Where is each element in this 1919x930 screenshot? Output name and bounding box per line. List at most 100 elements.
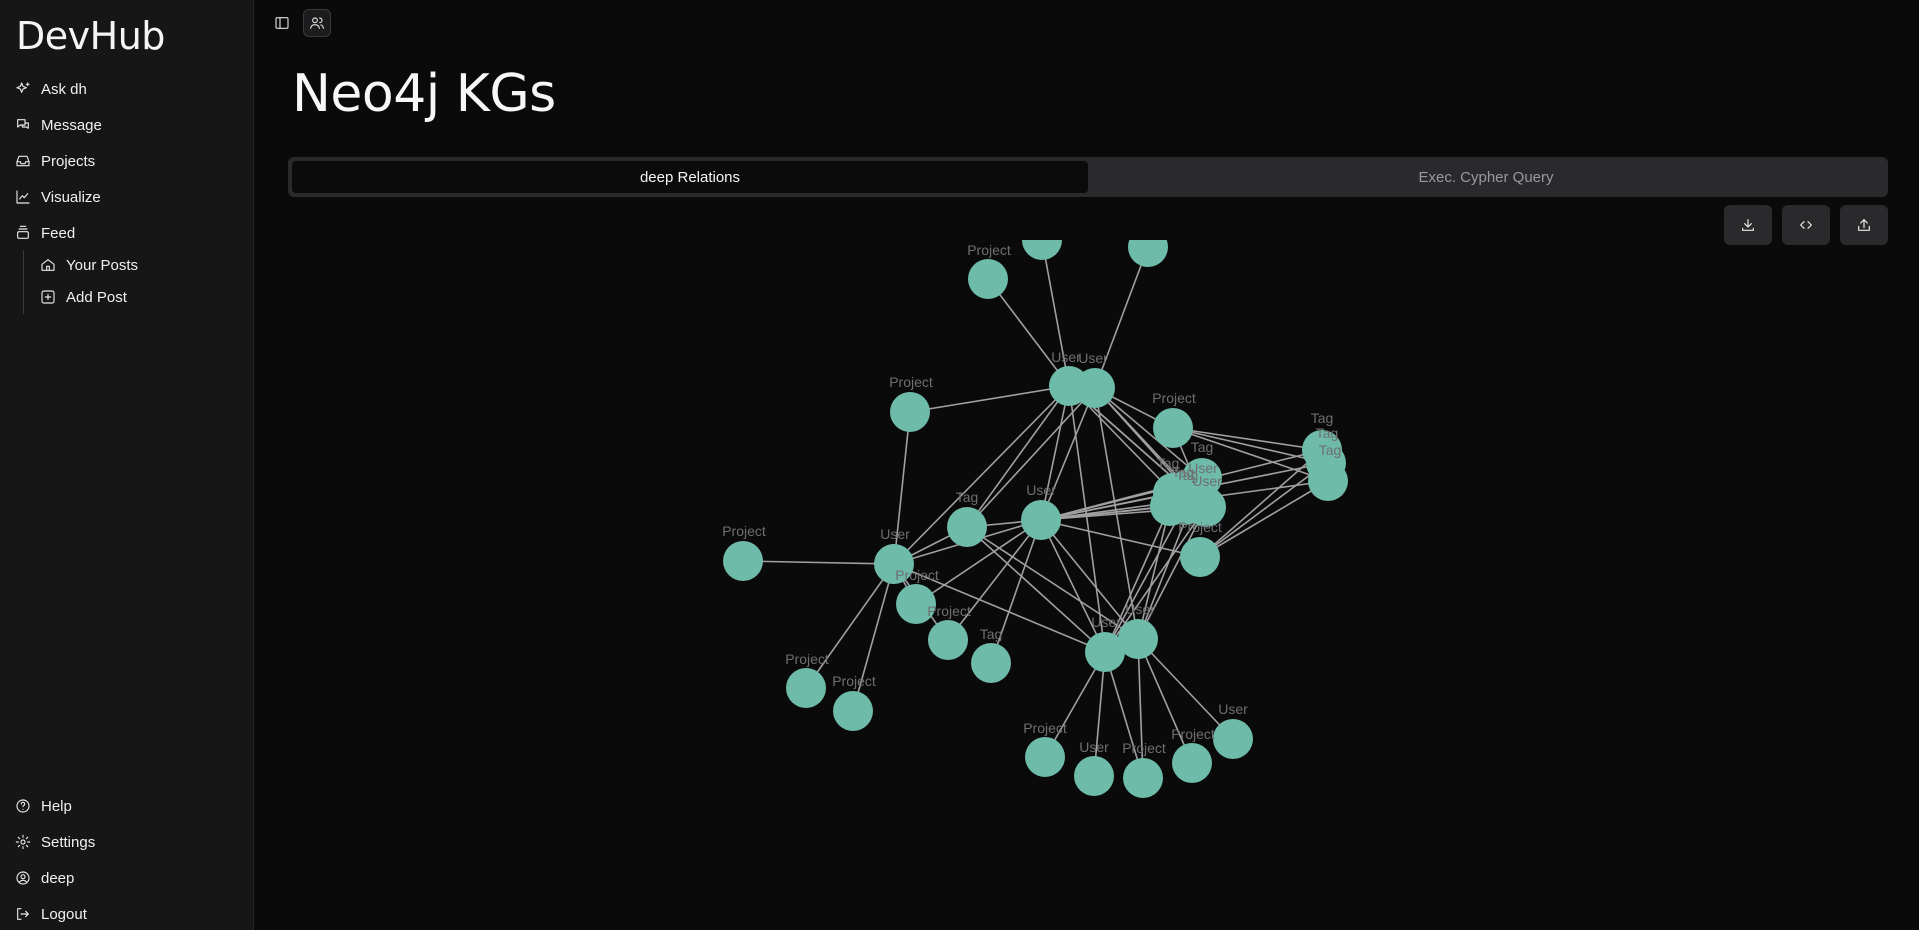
graph-node[interactable] [928,620,968,660]
graph-edge [1094,246,1149,389]
sidebar-item-label: Projects [41,152,96,170]
sidebar: DevHub Ask dh Message Projects Visualize… [0,0,254,930]
graph-edge [1040,519,1201,558]
knowledge-graph-canvas[interactable]: ProjectUserUserProjectProjectTagTagTagTa… [288,240,1888,930]
share-icon [1856,217,1872,233]
graph-edge [909,385,1070,413]
graph-node[interactable] [1308,461,1348,501]
sidebar-item-settings[interactable]: Settings [15,827,95,857]
graph-node[interactable] [1022,240,1062,260]
graph-node-label: Project [1152,390,1196,406]
graph-node[interactable] [786,668,826,708]
graph-node-label: User [1188,460,1218,476]
download-button[interactable] [1724,205,1772,245]
sidebar-item-label: Settings [41,833,96,851]
graph-node[interactable] [1153,408,1193,448]
chart-icon [15,189,31,205]
tab-deep-relations[interactable]: deep Relations [292,161,1088,193]
graph-node-label: User [1051,349,1081,365]
graph-node[interactable] [833,691,873,731]
help-circle-icon [15,798,31,814]
graph-node-label: Project [1178,519,1222,535]
graph-node-label: Project [889,374,933,390]
panel-left-icon [274,15,290,31]
user-circle-icon [15,870,31,886]
graph-node-label: Project [1171,726,1215,742]
graph-edge [805,563,895,689]
sidebar-item-label: Visualize [41,188,101,206]
sidebar-item-help[interactable]: Help [15,791,72,821]
graph-node[interactable] [947,507,987,547]
graph-node-label: User [1125,601,1155,617]
users-button[interactable] [303,9,331,37]
graph-node-label: User [1026,482,1056,498]
graph-node-label: User [1218,701,1248,717]
graph-node[interactable] [1021,500,1061,540]
graph-edge [1137,638,1234,740]
graph-node-label: Tag [1316,425,1339,441]
graph-node[interactable] [723,541,763,581]
sidebar-item-label: Help [41,797,72,815]
sub-nav-divider [23,250,24,314]
sidebar-item-logout[interactable]: Logout [15,899,87,929]
share-button[interactable] [1840,205,1888,245]
graph-node[interactable] [1128,240,1168,267]
tab-bar: deep Relations Exec. Cypher Query [288,157,1888,197]
sidebar-item-label: Your Posts [66,256,138,274]
graph-edge [742,560,895,565]
graph-node[interactable] [1123,758,1163,798]
sidebar-item-profile[interactable]: deep [15,863,74,893]
sparkles-icon [15,81,31,97]
toggle-sidebar-button[interactable] [268,9,296,37]
graph-node-label: User [880,526,910,542]
graph-edge [1068,385,1106,653]
graph-node-label: Tag [980,626,1003,642]
graph-edge [1040,387,1096,521]
graph-node[interactable] [1213,719,1253,759]
graph-node[interactable] [1025,737,1065,777]
graph-node-label: Tag [1319,442,1342,458]
graph-node-label: Project [1122,740,1166,756]
sidebar-item-add-post[interactable]: Add Post [40,282,127,312]
graph-edge [1137,638,1144,779]
sidebar-item-your-posts[interactable]: Your Posts [40,250,138,280]
graph-node[interactable] [971,643,1011,683]
graph-node[interactable] [1075,368,1115,408]
page-title: Neo4j KGs [292,64,556,124]
graph-node-label: Tag [1191,439,1214,455]
graph-node-label: Project [722,523,766,539]
code-button[interactable] [1782,205,1830,245]
stack-icon [15,225,31,241]
sidebar-item-label: Logout [41,905,87,923]
plus-square-icon [40,289,56,305]
sidebar-item-ask-dh[interactable]: Ask dh [15,74,87,104]
graph-node-label: Project [967,242,1011,258]
brand-logo: DevHub [16,14,165,58]
sidebar-item-label: deep [41,869,75,887]
download-icon [1740,217,1756,233]
graph-node[interactable] [1172,743,1212,783]
messages-icon [15,117,31,133]
sidebar-item-message[interactable]: Message [15,110,102,140]
sidebar-item-feed[interactable]: Feed [15,218,75,248]
graph-node-label: Tag [956,489,979,505]
graph-node-label: Project [895,567,939,583]
sidebar-item-projects[interactable]: Projects [15,146,95,176]
sidebar-item-label: Message [41,116,102,134]
users-icon [309,15,325,31]
sidebar-item-label: Add Post [66,288,127,306]
graph-nodes: ProjectUserUserProjectProjectTagTagTagTa… [722,240,1348,798]
logout-icon [15,906,31,922]
graph-node[interactable] [1085,632,1125,672]
graph-node[interactable] [1180,537,1220,577]
sidebar-item-label: Ask dh [41,80,87,98]
tab-exec-cypher-query[interactable]: Exec. Cypher Query [1088,161,1884,193]
graph-node[interactable] [1074,756,1114,796]
graph-node[interactable] [968,259,1008,299]
gear-icon [15,834,31,850]
graph-node[interactable] [890,392,930,432]
sidebar-item-label: Feed [41,224,76,242]
graph-edge [987,278,1070,387]
graph-node-label: User [1078,350,1108,366]
sidebar-item-visualize[interactable]: Visualize [15,182,101,212]
